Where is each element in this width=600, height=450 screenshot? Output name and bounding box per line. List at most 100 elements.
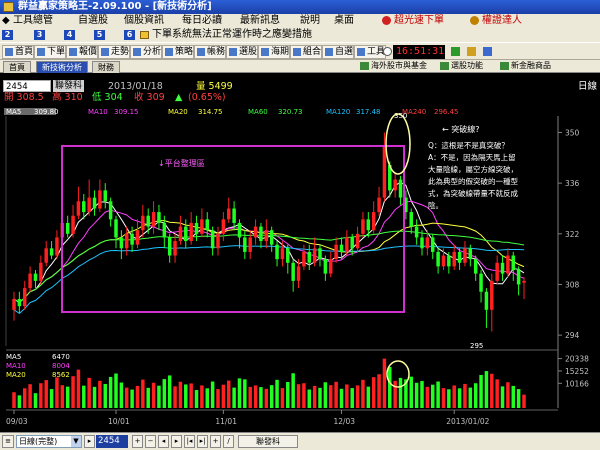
volume-bar xyxy=(264,388,269,408)
toolbar-strategy-label: 策略 xyxy=(175,47,194,57)
candle-body xyxy=(269,230,274,245)
toolbar-order-button[interactable]: 下單 xyxy=(34,45,67,59)
candle-body xyxy=(409,212,414,227)
quick-key-4[interactable]: 4 xyxy=(64,30,75,40)
candle-body xyxy=(457,251,462,263)
quick-key-3[interactable]: 3 xyxy=(34,30,45,40)
candle-body xyxy=(92,197,97,209)
volume-bar xyxy=(377,374,381,408)
toolbar-rt-button-1[interactable] xyxy=(450,45,462,59)
bottom-menu-button[interactable]: ≡ xyxy=(2,435,14,448)
toolbar-futures-label: 海期 xyxy=(271,47,290,57)
toolbar-account-button[interactable]: 帳務 xyxy=(194,45,227,59)
toolbar-quote-button[interactable]: 報價 xyxy=(66,45,99,59)
last-button[interactable]: ▸| xyxy=(197,435,208,448)
scroll-right-button[interactable]: ▸ xyxy=(171,435,182,448)
candle-body xyxy=(452,251,456,267)
vol-ma20-label: MA20 xyxy=(6,371,26,379)
menu-item-help[interactable]: 說明 xyxy=(300,14,320,28)
vol-ma5-label: MA5 xyxy=(6,353,21,361)
toolbar-analysis-button[interactable]: 分析 xyxy=(130,45,163,59)
candle-body xyxy=(447,255,451,267)
menu-item-tools[interactable]: 工具總管 xyxy=(13,14,53,28)
ma60-legend-value: 320.73 xyxy=(278,108,303,116)
toolbar-custom-button[interactable]: 自選 xyxy=(322,45,355,59)
candle-body xyxy=(130,233,134,245)
volume-bar xyxy=(430,384,435,408)
volume-bar xyxy=(312,385,317,408)
app-icon xyxy=(3,2,14,12)
first-button[interactable]: |◂ xyxy=(184,435,195,448)
tab-home[interactable]: 首頁 xyxy=(3,61,31,73)
title-bar: 群益贏家策略王-2.09.100 - [新技術分析] xyxy=(0,0,600,14)
new-product-button[interactable]: 新金融商品 xyxy=(500,61,551,72)
stock-code-input[interactable]: 2454 xyxy=(3,80,51,92)
news-marquee[interactable]: 下單系統無法正常運作時之應變措施 xyxy=(152,28,312,42)
bottom-code-input[interactable]: 2454 xyxy=(96,435,128,448)
menu-item-fast-order[interactable]: 超光速下單 xyxy=(394,14,444,28)
menu-item-warrant[interactable]: 權證達人 xyxy=(482,14,522,28)
volume-bar xyxy=(108,376,113,408)
volume-bar xyxy=(490,373,494,408)
menu-item-stock-info[interactable]: 個股資訊 xyxy=(124,14,164,28)
toolbar-screen-label: 選股 xyxy=(239,47,258,57)
volume-bar xyxy=(479,374,483,408)
candle-body xyxy=(490,280,494,310)
clock-icon xyxy=(383,47,392,56)
tab-tech-analysis[interactable]: 新技術分析 xyxy=(36,61,88,73)
candle-body xyxy=(506,255,510,274)
draw-button[interactable]: / xyxy=(223,435,234,448)
volume-bar xyxy=(259,387,263,408)
crosshair-button[interactable]: + xyxy=(210,435,221,448)
notice-icon xyxy=(140,31,149,39)
tab-finance[interactable]: 財務 xyxy=(92,61,120,73)
scroll-left-button[interactable]: ◂ xyxy=(158,435,169,448)
volume-bar xyxy=(17,395,22,408)
quick-key-6[interactable]: 6 xyxy=(124,30,135,40)
toolbar-trend-button[interactable]: 走勢 xyxy=(98,45,131,59)
period-select[interactable]: 日線(完整) ▼ xyxy=(16,435,82,448)
volume-bar xyxy=(22,388,27,408)
vol-ma10-value: 8004 xyxy=(52,362,70,370)
toolbar-strategy-button[interactable]: 策略 xyxy=(162,45,195,59)
overseas-market-button[interactable]: 海外股市與基金 xyxy=(360,61,427,72)
volume-bar xyxy=(114,373,118,408)
volume-bar xyxy=(414,382,419,408)
candle-body xyxy=(194,222,199,234)
quick-key-5[interactable]: 5 xyxy=(94,30,105,40)
volume-bar xyxy=(12,392,16,408)
menu-item-watchlist[interactable]: 自選股 xyxy=(78,14,108,28)
volume-bar xyxy=(98,380,102,408)
candle-body xyxy=(44,248,48,263)
main-toolbar: 首頁 下單 報價 走勢 分析 策略 帳務 選股 海期 組合 自選 工具 16:5… xyxy=(0,42,600,60)
toolbar-screen-button[interactable]: 選股 xyxy=(226,45,259,59)
bottom-arrow-button[interactable]: ▸ xyxy=(84,435,95,448)
bottom-bar: ≡ 日線(完整) ▼ ▸ 2454 + − ◂ ▸ |◂ ▸| + / 聯發科 xyxy=(0,432,600,450)
volume-bar xyxy=(409,376,414,408)
quick-key-2[interactable]: 2 xyxy=(2,30,13,40)
volume-bar xyxy=(28,384,32,408)
toolbar-home-button[interactable]: 首頁 xyxy=(2,45,35,59)
candle-body xyxy=(28,273,32,289)
zoom-in-button[interactable]: + xyxy=(132,435,143,448)
quote-change-arrow: ▲ xyxy=(175,92,183,103)
stock-name-button[interactable]: 聯發科 xyxy=(238,435,298,448)
volume-bar xyxy=(162,379,167,408)
volume-bar xyxy=(345,384,349,408)
screen-func-icon xyxy=(440,62,449,70)
custom-icon xyxy=(325,48,333,56)
menu-item-daily-read[interactable]: 每日必讀 xyxy=(182,14,222,28)
toolbar-rt-button-3[interactable] xyxy=(482,45,494,59)
menu-item-desktop[interactable]: 桌面 xyxy=(334,14,354,28)
candle-body xyxy=(200,219,204,234)
toolbar-futures-button[interactable]: 海期 xyxy=(258,45,291,59)
period-select-value: 日線(完整) xyxy=(19,437,58,446)
zoom-out-button[interactable]: − xyxy=(145,435,156,448)
toolbar-tools-button[interactable]: 工具 xyxy=(354,45,387,59)
stock-screen-button[interactable]: 選股功能 xyxy=(440,61,483,72)
toolbar-rt-button-2[interactable] xyxy=(466,45,478,59)
chart-period[interactable]: 日線 xyxy=(578,81,597,92)
quote-low: 低 304 xyxy=(92,92,123,103)
toolbar-combo-button[interactable]: 組合 xyxy=(290,45,323,59)
menu-item-news[interactable]: 最新訊息 xyxy=(240,14,280,28)
